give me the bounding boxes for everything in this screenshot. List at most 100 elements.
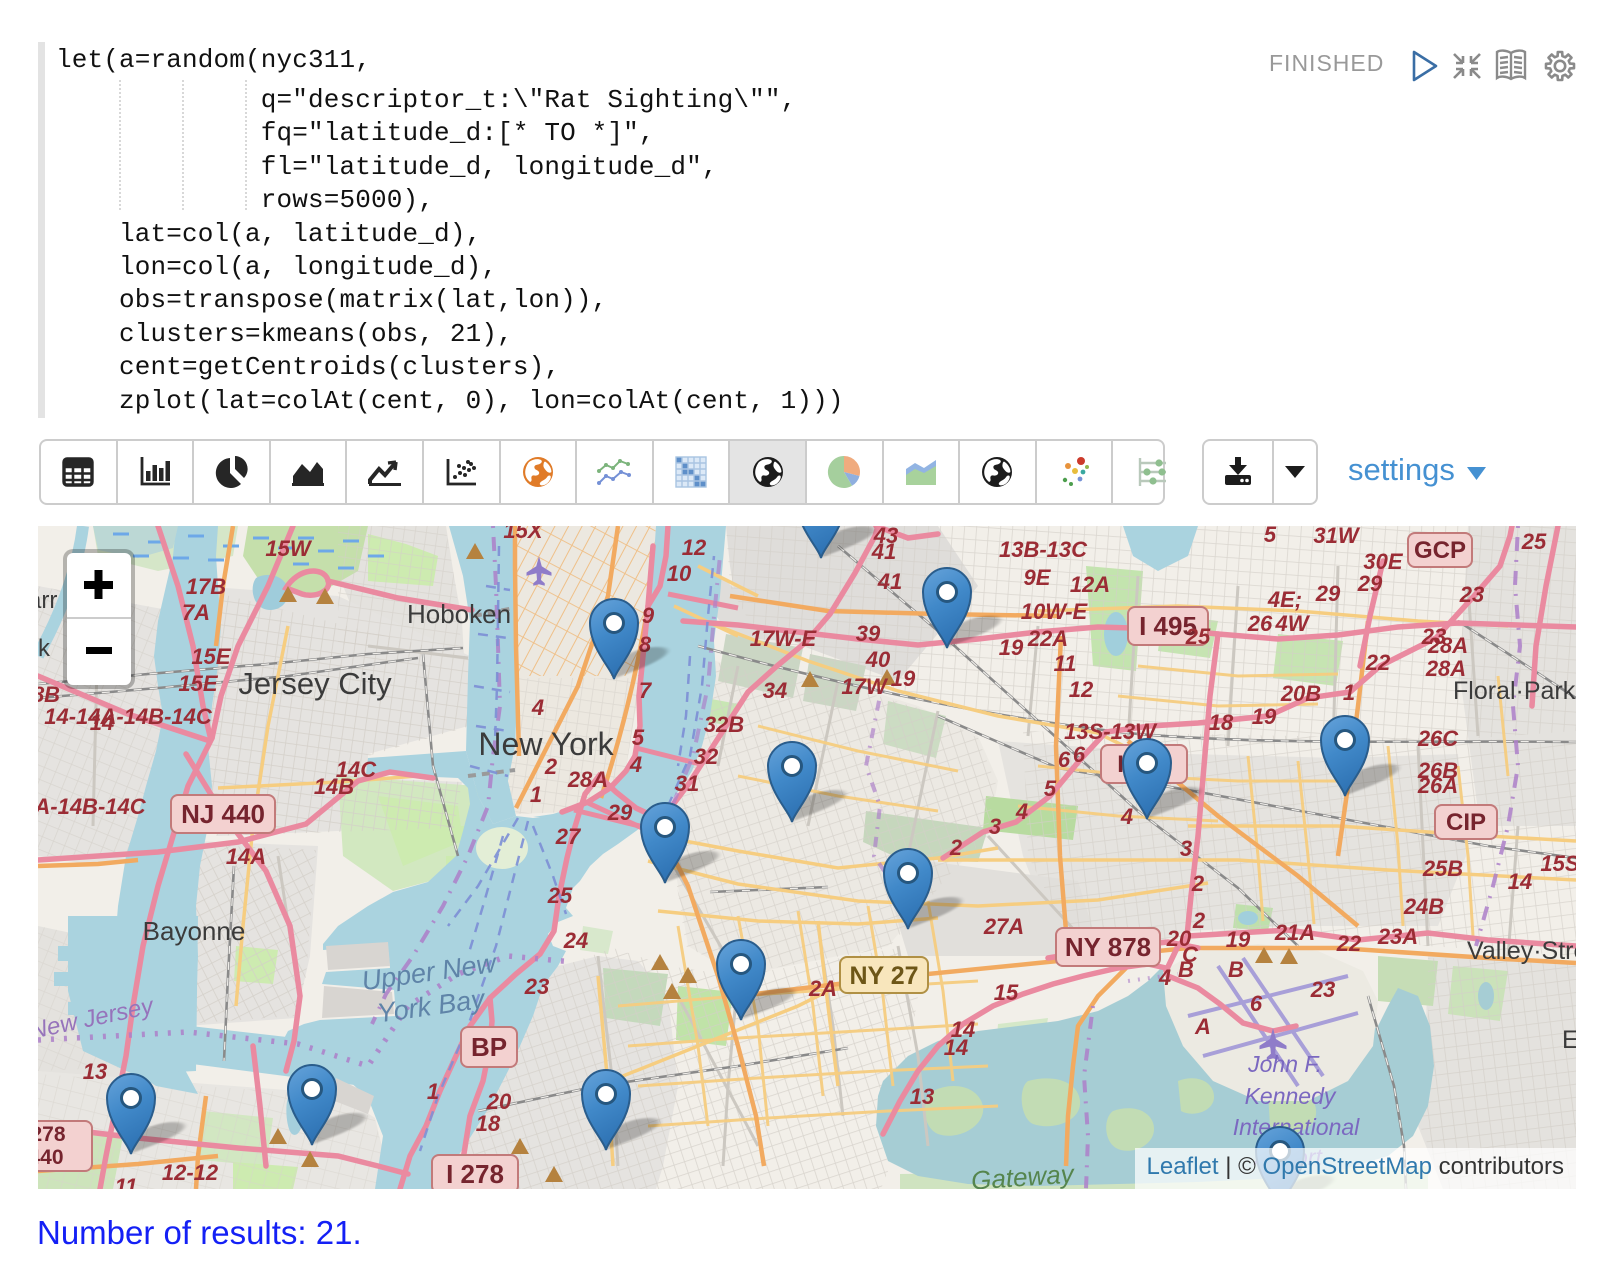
svg-text:rk: rk <box>38 635 51 662</box>
svg-text:Floral·Park.: Floral·Park. <box>1453 677 1576 705</box>
svg-text:25B: 25B <box>1422 856 1463 881</box>
svg-text:278: 278 <box>38 1123 66 1146</box>
svg-text:6: 6 <box>1250 991 1263 1016</box>
svg-text:26A: 26A <box>1417 773 1458 798</box>
svg-text:NY 878: NY 878 <box>1065 932 1151 962</box>
svg-text:32B: 32B <box>704 712 744 737</box>
svg-text:29: 29 <box>1315 581 1341 606</box>
svg-text:28A: 28A <box>1427 633 1468 658</box>
svg-text:4E;: 4E; <box>1267 587 1302 612</box>
svg-text:21A: 21A <box>1274 920 1315 945</box>
svg-text:4: 4 <box>1015 799 1028 824</box>
svg-text:29: 29 <box>607 800 633 825</box>
svg-text:1: 1 <box>530 782 542 807</box>
svg-text:18: 18 <box>1209 710 1234 735</box>
svg-text:25: 25 <box>1185 624 1211 649</box>
svg-text:14-14A-14B-14C: 14-14A-14B-14C <box>44 704 213 729</box>
svg-text:4: 4 <box>1120 804 1133 829</box>
svg-text:5: 5 <box>1264 526 1277 547</box>
svg-text:19: 19 <box>1252 704 1277 729</box>
svg-text:22: 22 <box>1365 650 1391 675</box>
svg-text:40: 40 <box>865 647 891 672</box>
svg-text:23A: 23A <box>1377 924 1418 949</box>
svg-text:I 278: I 278 <box>446 1159 504 1189</box>
svg-text:32: 32 <box>694 744 719 769</box>
svg-text:25: 25 <box>547 883 573 908</box>
svg-text:17W-E: 17W-E <box>750 626 818 651</box>
svg-text:New York: New York <box>478 726 614 762</box>
svg-text:4: 4 <box>1158 965 1171 990</box>
svg-text:7: 7 <box>639 678 653 703</box>
svg-text:John F.: John F. <box>1247 1051 1322 1077</box>
svg-text:A-14B-14C: A-14B-14C <box>38 794 147 819</box>
svg-text:12A: 12A <box>1070 572 1110 597</box>
svg-text:14: 14 <box>944 1035 968 1060</box>
svg-text:15S: 15S <box>1540 851 1576 876</box>
svg-text:43: 43 <box>873 526 898 548</box>
svg-text:15X: 15X <box>503 526 543 543</box>
svg-text:11: 11 <box>115 1174 138 1189</box>
svg-text:24: 24 <box>563 928 588 953</box>
svg-text:27: 27 <box>555 824 582 849</box>
svg-text:6: 6 <box>1058 747 1071 772</box>
svg-text:6: 6 <box>1073 742 1086 767</box>
svg-text:26C: 26C <box>1417 726 1459 751</box>
svg-text:13B-13C: 13B-13C <box>999 537 1088 562</box>
svg-text:8B: 8B <box>38 682 60 707</box>
svg-text:5: 5 <box>1044 776 1057 801</box>
svg-text:13: 13 <box>910 1084 934 1109</box>
svg-text:28A: 28A <box>567 767 608 792</box>
svg-text:NY 27: NY 27 <box>849 962 918 990</box>
svg-text:2A: 2A <box>808 976 837 1001</box>
svg-text:Valley·Stream: Valley·Stream <box>1467 937 1576 965</box>
svg-text:3: 3 <box>1180 836 1192 861</box>
svg-text:2: 2 <box>949 835 963 860</box>
svg-text:18: 18 <box>476 1111 501 1136</box>
svg-text:3: 3 <box>989 814 1001 839</box>
svg-text:Jersey City: Jersey City <box>238 666 392 701</box>
svg-text:31: 31 <box>675 771 699 796</box>
svg-text:12: 12 <box>1069 677 1094 702</box>
svg-text:arr: arr <box>38 587 57 614</box>
svg-text:14: 14 <box>90 710 114 735</box>
svg-text:14A: 14A <box>226 844 266 869</box>
svg-text:GCP: GCP <box>1414 537 1466 564</box>
svg-text:19: 19 <box>1226 927 1251 952</box>
svg-text:25: 25 <box>1521 529 1547 554</box>
svg-text:23: 23 <box>1459 582 1484 607</box>
svg-text:7A: 7A <box>182 600 210 625</box>
svg-text:14B: 14B <box>314 774 354 799</box>
svg-text:13: 13 <box>83 1059 107 1084</box>
svg-text:Bayonne: Bayonne <box>143 916 246 946</box>
svg-text:NJ 440: NJ 440 <box>181 799 265 829</box>
svg-text:Hoboken: Hoboken <box>407 599 511 629</box>
svg-text:24B: 24B <box>1403 894 1444 919</box>
svg-text:30E: 30E <box>1363 549 1403 574</box>
svg-text:Eas: Eas <box>1562 1026 1576 1054</box>
svg-text:4: 4 <box>629 752 642 777</box>
svg-text:12-12: 12-12 <box>162 1160 219 1185</box>
svg-text:20B: 20B <box>1280 681 1321 706</box>
svg-text:B: B <box>1178 957 1194 982</box>
svg-text:22: 22 <box>1336 931 1362 956</box>
svg-text:15W: 15W <box>265 536 312 561</box>
svg-text:10W-E: 10W-E <box>1021 599 1089 624</box>
svg-text:2: 2 <box>1191 871 1205 896</box>
svg-text:9E: 9E <box>1024 565 1052 590</box>
svg-text:31W: 31W <box>1313 526 1360 548</box>
svg-text:B: B <box>1228 957 1244 982</box>
svg-text:23: 23 <box>524 974 549 999</box>
svg-text:1: 1 <box>427 1079 439 1104</box>
svg-text:A: A <box>1194 1014 1211 1039</box>
svg-text:CIP: CIP <box>1446 809 1486 836</box>
svg-text:15E: 15E <box>178 671 218 696</box>
svg-text:9: 9 <box>642 603 655 628</box>
svg-text:4W: 4W <box>1275 611 1311 636</box>
svg-text:26: 26 <box>1247 611 1273 636</box>
svg-text:17W: 17W <box>841 674 888 699</box>
svg-text:14: 14 <box>1508 869 1532 894</box>
svg-text:15E: 15E <box>191 644 231 669</box>
svg-text:2: 2 <box>1192 908 1206 933</box>
svg-text:440: 440 <box>38 1146 64 1169</box>
svg-text:4: 4 <box>531 695 544 720</box>
